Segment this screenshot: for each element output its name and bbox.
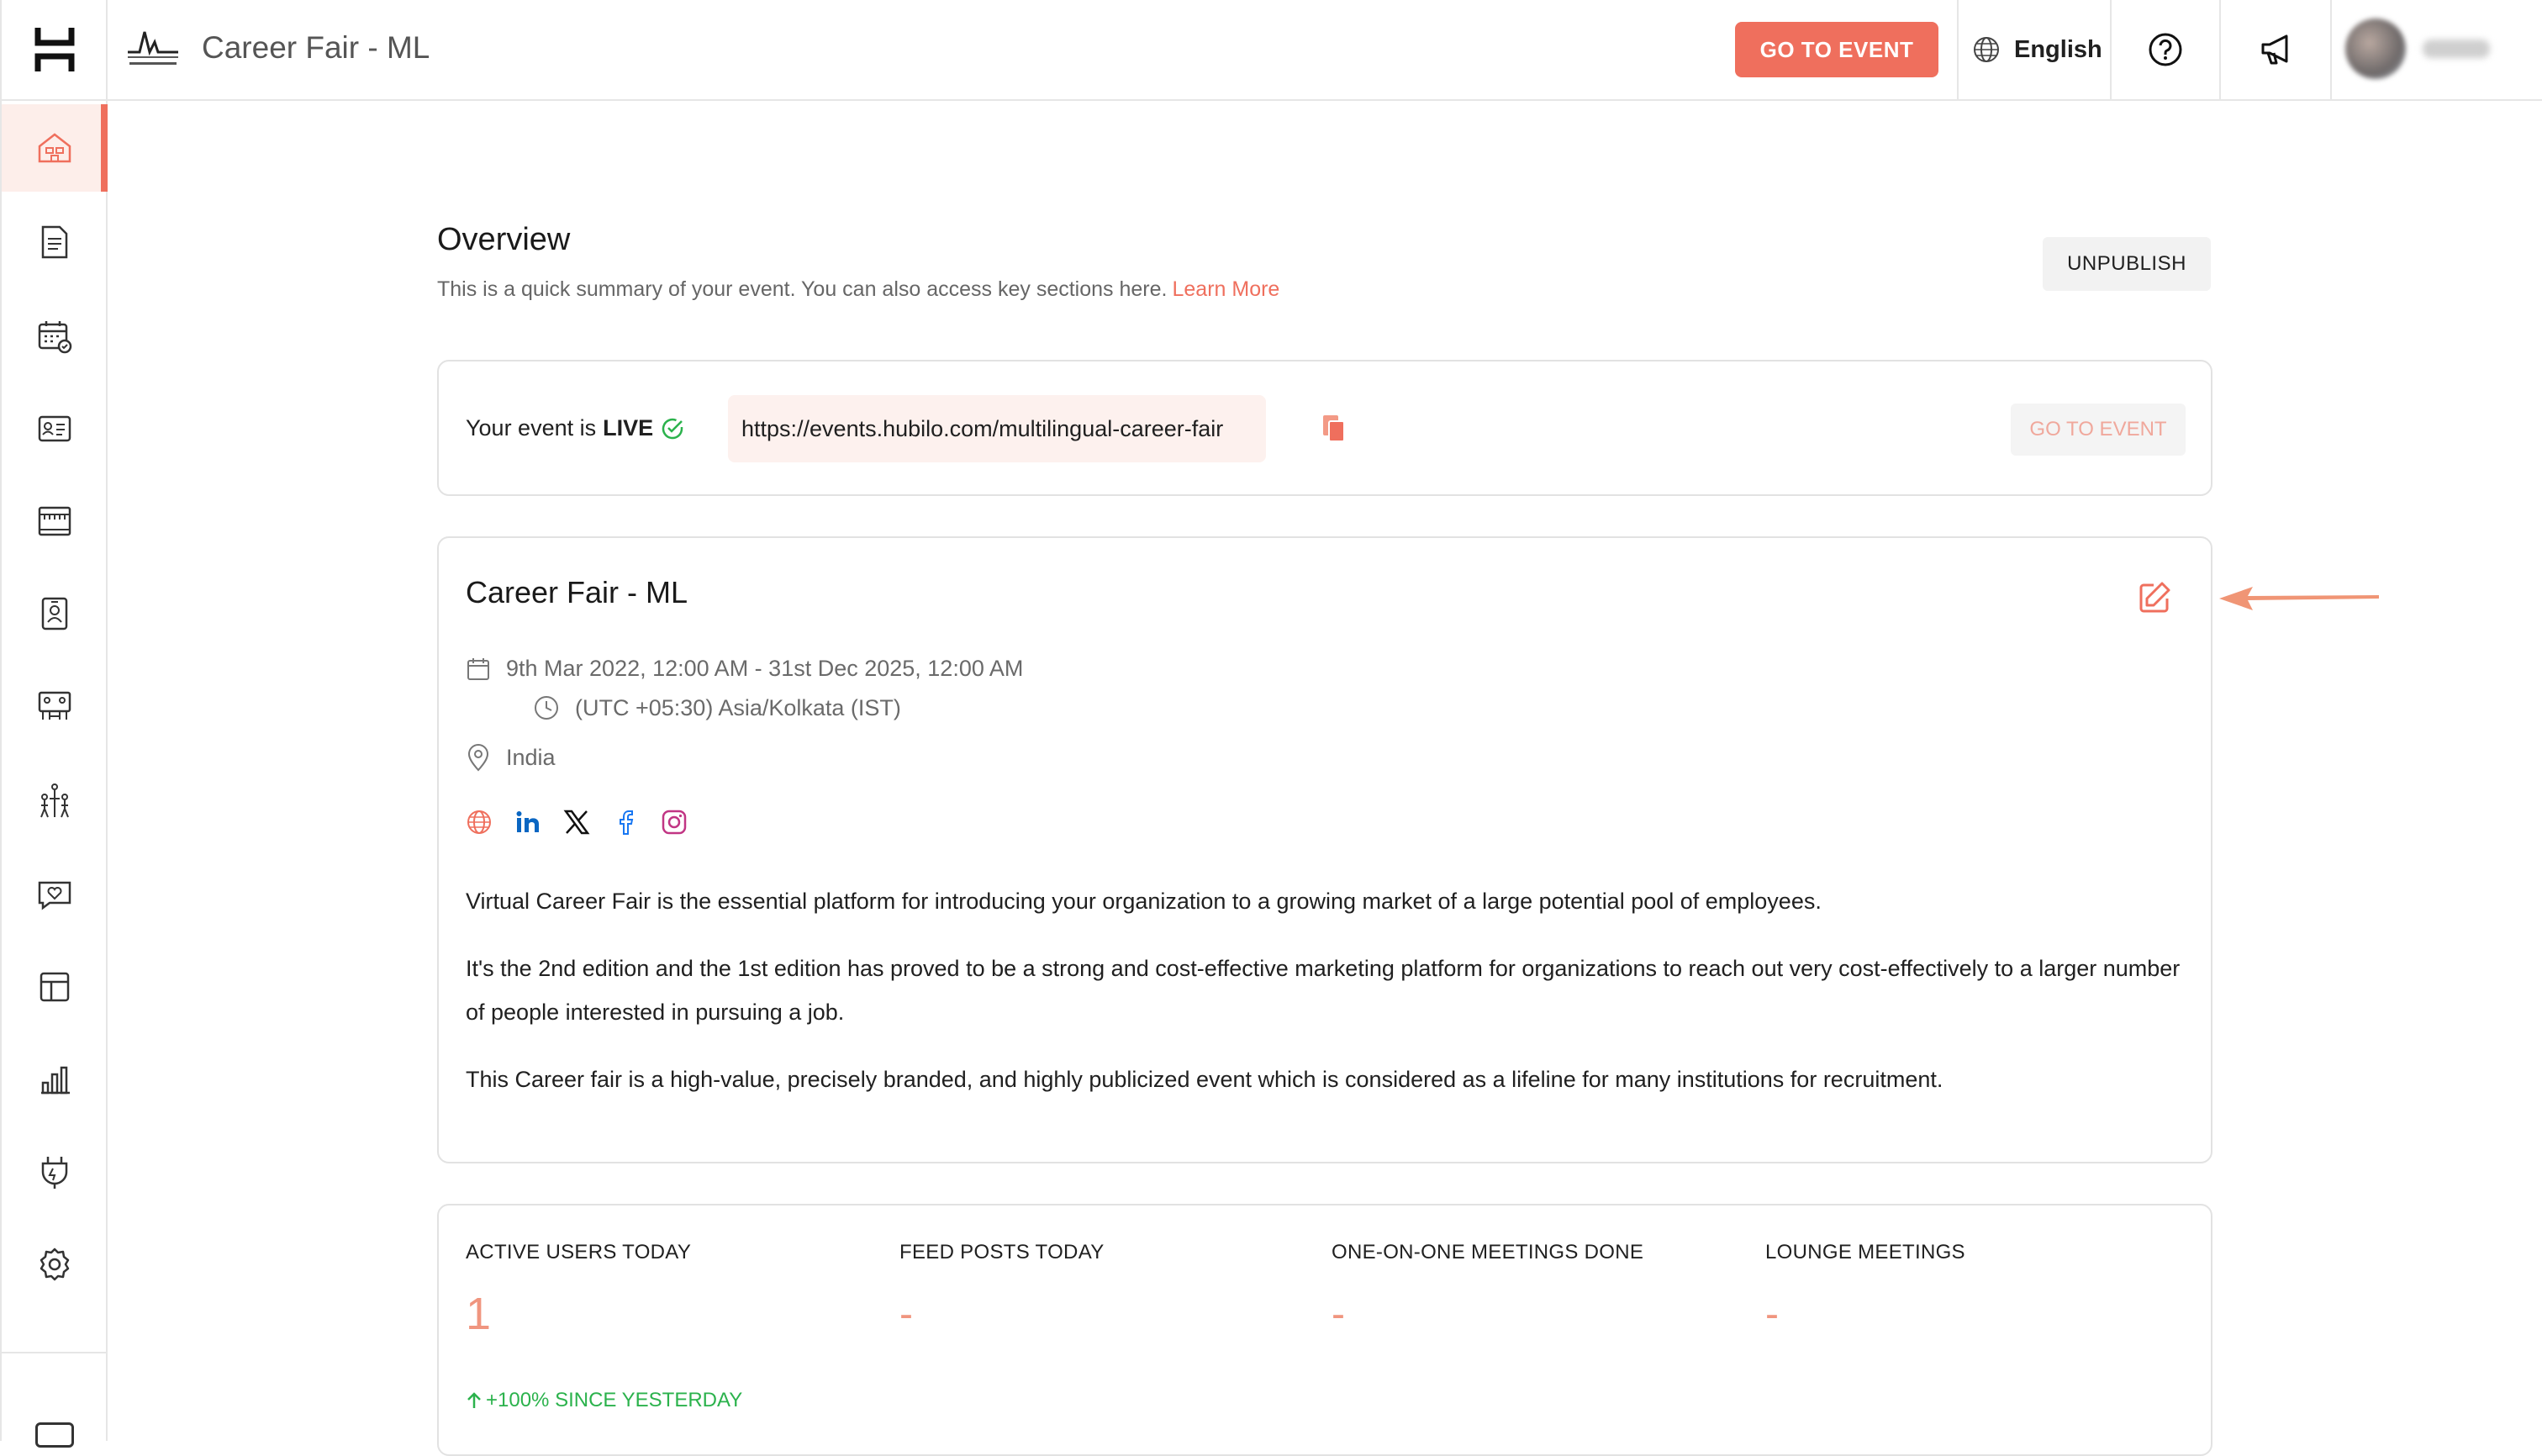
help-button[interactable] (2112, 0, 2219, 99)
sidebar-item-integrations[interactable] (2, 1128, 108, 1216)
sidebar-collapse-icon[interactable] (35, 1422, 74, 1448)
learn-more-link[interactable]: Learn More (1172, 277, 1279, 301)
avatar (2345, 18, 2406, 79)
sidebar (0, 0, 108, 1448)
logo-icon (34, 28, 75, 71)
live-status: Your event is LIVE (466, 415, 685, 441)
clock-icon (535, 696, 558, 720)
document-icon (41, 225, 68, 259)
event-location: India (506, 744, 556, 770)
arrow-up-icon (467, 1392, 481, 1408)
social-links (466, 809, 688, 836)
description-paragraph: Virtual Career Fair is the essential pla… (466, 889, 1822, 914)
stat-label: ONE-ON-ONE MEETINGS DONE (1332, 1241, 1644, 1263)
sidebar-item-settings[interactable] (2, 1221, 108, 1308)
since-yesterday-text: +100% SINCE YESTERDAY (486, 1389, 743, 1411)
stat-one-on-one-meetings: ONE-ON-ONE MEETINGS DONE - (1332, 1241, 1752, 1337)
instagram-icon[interactable] (661, 809, 688, 836)
user-menu[interactable] (2345, 18, 2490, 79)
sidebar-item-people[interactable] (2, 385, 108, 472)
globe-icon (1974, 37, 1999, 62)
calendar-check-icon (38, 321, 72, 354)
description-paragraph: It's the 2nd edition and the 1st edition… (466, 956, 2181, 1025)
analytics-icon (41, 1066, 70, 1095)
edit-icon[interactable] (2137, 580, 2172, 615)
x-icon[interactable] (563, 809, 590, 836)
meeting-room-icon (38, 691, 71, 720)
check-circle-icon (662, 418, 683, 439)
stat-label: ACTIVE USERS TODAY (466, 1241, 692, 1263)
event-timezone-row: (UTC +05:30) Asia/Kolkata (IST) (533, 694, 901, 721)
go-to-event-card-button[interactable]: GO TO EVENT (2011, 404, 2186, 456)
event-description: Virtual Career Fair is the essential pla… (466, 879, 2181, 1125)
stat-value: - (1332, 1292, 1345, 1337)
stat-value: - (1765, 1292, 1779, 1337)
event-info-title: Career Fair - ML (466, 575, 688, 609)
stat-value: 1 (466, 1289, 492, 1339)
stat-label: FEED POSTS TODAY (899, 1241, 1105, 1263)
topbar-divider (1957, 0, 1959, 99)
calendar-icon (467, 657, 489, 680)
stat-feed-posts: FEED POSTS TODAY - (899, 1241, 1320, 1337)
copy-icon[interactable] (1321, 414, 1347, 444)
sidebar-item-badges[interactable] (2, 570, 108, 657)
stat-active-users: ACTIVE USERS TODAY 1 (466, 1241, 886, 1340)
since-yesterday: +100% SINCE YESTERDAY (466, 1389, 742, 1412)
topbar: Career Fair - ML GO TO EVENT English (108, 0, 2542, 101)
sidebar-item-design[interactable] (2, 943, 108, 1031)
event-timezone: (UTC +05:30) Asia/Kolkata (IST) (575, 694, 901, 720)
sidebar-item-booths[interactable] (2, 477, 108, 565)
sidebar-item-engagement[interactable] (2, 851, 108, 938)
unpublish-button[interactable]: UNPUBLISH (2043, 237, 2211, 291)
language-label: English (2014, 35, 2102, 63)
sidebar-item-rooms[interactable] (2, 662, 108, 750)
location-pin-icon (467, 744, 489, 772)
integrations-icon (41, 1157, 68, 1189)
page-subtitle-text: This is a quick summary of your event. Y… (437, 277, 1168, 301)
sidebar-divider (2, 1352, 108, 1353)
event-url[interactable]: https://events.hubilo.com/multilingual-c… (728, 395, 1266, 462)
networking-icon (40, 783, 69, 818)
sidebar-item-agenda[interactable] (2, 293, 108, 380)
description-paragraph: This Career fair is a high-value, precis… (466, 1067, 1943, 1092)
engagement-icon (38, 881, 71, 910)
hubilo-logo[interactable] (2, 0, 108, 101)
language-selector[interactable]: English (1972, 0, 2102, 99)
stat-value: - (899, 1292, 913, 1337)
sidebar-item-overview[interactable] (2, 104, 108, 192)
booth-icon (38, 506, 71, 536)
event-date-range: 9th Mar 2022, 12:00 AM - 31st Dec 2025, … (506, 656, 1024, 681)
event-date-row: 9th Mar 2022, 12:00 AM - 31st Dec 2025, … (466, 656, 1023, 682)
topbar-divider (2330, 0, 2332, 99)
megaphone-icon (2261, 34, 2288, 65)
annotation-arrow (2219, 587, 2379, 610)
user-name-blurred (2423, 40, 2490, 58)
stats-card: ACTIVE USERS TODAY 1 FEED POSTS TODAY - … (437, 1204, 2212, 1456)
contact-card-icon (38, 415, 71, 442)
go-to-event-button[interactable]: GO TO EVENT (1735, 22, 1938, 77)
event-title: Career Fair - ML (202, 30, 430, 65)
website-icon[interactable] (466, 809, 493, 836)
help-circle-icon (2149, 33, 2182, 66)
sidebar-item-details[interactable] (2, 198, 108, 286)
event-info-card: Career Fair - ML 9th Mar 2022, 12:00 AM … (437, 536, 2212, 1163)
sidebar-item-analytics[interactable] (2, 1036, 108, 1123)
sidebar-item-networking[interactable] (2, 757, 108, 844)
live-status-label: LIVE (603, 415, 654, 440)
stat-label: LOUNGE MEETINGS (1765, 1241, 1965, 1263)
linkedin-icon[interactable] (514, 809, 541, 836)
event-location-row: India (466, 743, 556, 772)
layout-icon (40, 972, 70, 1002)
event-live-card: Your event is LIVE https://events.hubilo… (437, 360, 2212, 496)
facebook-icon[interactable] (612, 809, 639, 836)
settings-icon (40, 1248, 70, 1281)
home-icon (38, 133, 71, 163)
page-subtitle: This is a quick summary of your event. Y… (437, 277, 1279, 302)
badge-icon (41, 597, 68, 630)
stat-lounge-meetings: LOUNGE MEETINGS - (1765, 1241, 2186, 1337)
live-prefix: Your event is (466, 415, 597, 440)
page-title: Overview (437, 222, 571, 257)
announcements-button[interactable] (2221, 0, 2332, 99)
event-logo (128, 31, 178, 65)
